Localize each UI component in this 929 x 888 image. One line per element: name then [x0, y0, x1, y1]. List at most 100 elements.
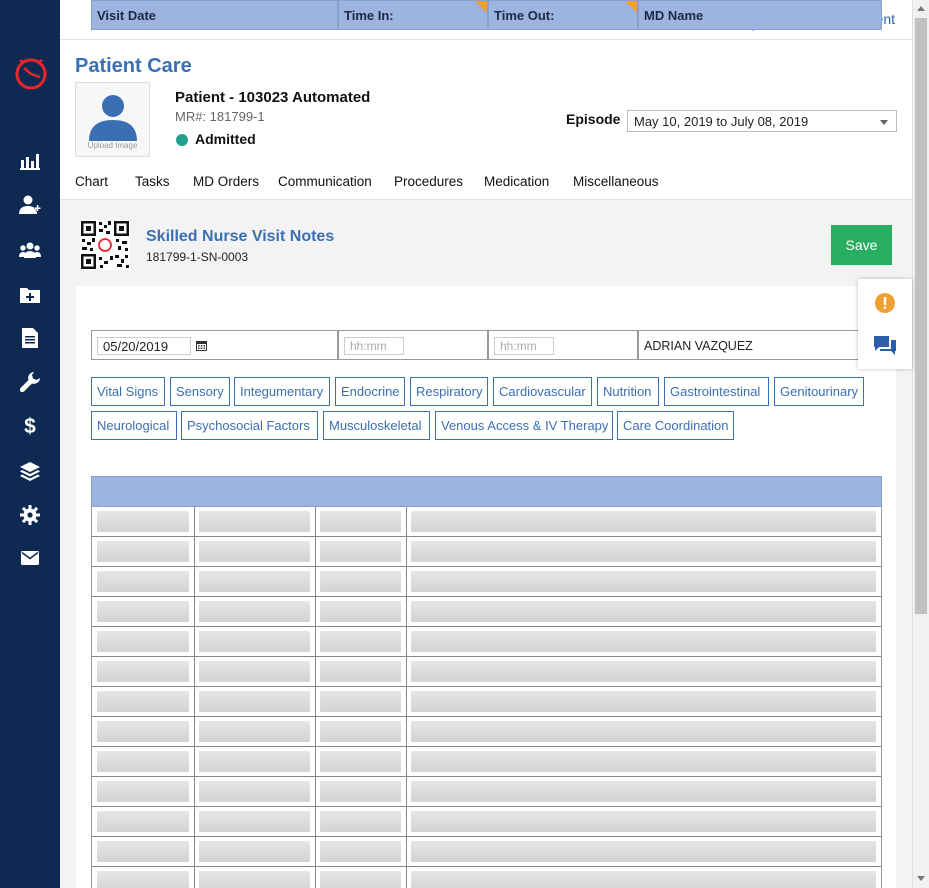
time-out-input[interactable]: hh:mm: [494, 337, 554, 355]
loading-placeholder: [199, 751, 310, 772]
loading-placeholder: [97, 571, 189, 592]
document-icon[interactable]: [18, 326, 42, 350]
gear-icon[interactable]: [18, 503, 42, 527]
section-sensory[interactable]: Sensory: [170, 377, 230, 406]
loading-placeholder: [411, 541, 876, 562]
section-genitourinary[interactable]: Genitourinary: [774, 377, 864, 406]
qr-code-icon: [80, 220, 130, 270]
loading-placeholder: [320, 691, 401, 712]
scroll-up-icon[interactable]: [917, 6, 925, 11]
chat-icon[interactable]: [874, 336, 896, 356]
loading-grid: [91, 507, 882, 888]
table-row: [92, 627, 881, 657]
section-respiratory[interactable]: Respiratory: [410, 377, 488, 406]
wrench-icon[interactable]: [18, 370, 42, 394]
loading-placeholder: [320, 661, 401, 682]
md-name-header: MD Name: [638, 0, 882, 30]
section-care-coordination[interactable]: Care Coordination: [617, 411, 734, 440]
section-cardiovascular[interactable]: Cardiovascular: [493, 377, 592, 406]
table-row: [92, 597, 881, 627]
time-in-input[interactable]: hh:mm: [344, 337, 404, 355]
table-row: [92, 687, 881, 717]
table-row: [92, 657, 881, 687]
loading-placeholder: [97, 541, 189, 562]
loading-placeholder: [411, 871, 876, 888]
table-row: [92, 507, 881, 537]
visit-date-input[interactable]: 05/20/2019: [97, 337, 191, 355]
section-neurological[interactable]: Neurological: [91, 411, 177, 440]
loading-placeholder: [97, 721, 189, 742]
users-group-icon[interactable]: [18, 238, 42, 262]
scroll-thumb[interactable]: [915, 18, 927, 614]
loading-placeholder: [320, 871, 401, 888]
table-row: [92, 567, 881, 597]
section-venous-access-iv-therapy[interactable]: Venous Access & IV Therapy: [435, 411, 613, 440]
avatar-placeholder-icon: [89, 95, 137, 141]
chevron-down-icon: [880, 120, 888, 125]
bar-chart-icon[interactable]: [18, 149, 42, 173]
avatar-label: Upload Image: [87, 141, 138, 150]
section-gastrointestinal[interactable]: Gastrointestinal: [664, 377, 769, 406]
loading-placeholder: [199, 841, 310, 862]
sidebar: $: [0, 0, 60, 888]
save-button[interactable]: Save: [831, 225, 892, 265]
loading-placeholder: [199, 511, 310, 532]
tab-chart[interactable]: Chart: [75, 174, 108, 189]
section-musculoskeletal[interactable]: Musculoskeletal: [323, 411, 430, 440]
section-vital-signs[interactable]: Vital Signs: [91, 377, 165, 406]
loading-placeholder: [320, 811, 401, 832]
note-id: 181799-1-SN-0003: [146, 250, 249, 264]
time-out-header-label: Time Out:: [494, 8, 555, 23]
loading-placeholder: [411, 751, 876, 772]
scrollbar[interactable]: [912, 0, 929, 888]
mail-icon[interactable]: [18, 546, 42, 570]
loading-placeholder: [199, 571, 310, 592]
status-badge: Admitted: [195, 131, 256, 147]
section-nutrition[interactable]: Nutrition: [597, 377, 659, 406]
loading-placeholder: [199, 811, 310, 832]
alert-icon[interactable]: [875, 293, 895, 313]
clock-logo-icon[interactable]: [13, 55, 49, 91]
loading-placeholder: [411, 781, 876, 802]
loading-placeholder: [97, 631, 189, 652]
avatar-upload[interactable]: Upload Image: [75, 82, 150, 157]
time-in-header-label: Time In:: [344, 8, 394, 23]
episode-value: May 10, 2019 to July 08, 2019: [634, 114, 809, 129]
tab-tasks[interactable]: Tasks: [135, 174, 170, 189]
loading-placeholder: [320, 571, 401, 592]
loading-placeholder: [97, 751, 189, 772]
loading-placeholder: [320, 511, 401, 532]
note-title: Skilled Nurse Visit Notes: [146, 228, 335, 245]
loading-placeholder: [97, 511, 189, 532]
section-endocrine[interactable]: Endocrine: [335, 377, 405, 406]
loading-placeholder: [97, 691, 189, 712]
tab-communication[interactable]: Communication: [278, 174, 372, 189]
loading-placeholder: [320, 751, 401, 772]
table-row: [92, 537, 881, 567]
table-row: [92, 717, 881, 747]
table-row: [92, 837, 881, 867]
tab-miscellaneous[interactable]: Miscellaneous: [573, 174, 659, 189]
dollar-icon[interactable]: $: [18, 414, 42, 438]
episode-select[interactable]: May 10, 2019 to July 08, 2019: [627, 110, 897, 132]
loading-placeholder: [199, 691, 310, 712]
section-psychosocial-factors[interactable]: Psychosocial Factors: [181, 411, 318, 440]
user-add-icon[interactable]: [18, 193, 42, 217]
calendar-icon[interactable]: [196, 340, 207, 351]
time-in-header: Time In:: [338, 0, 488, 30]
loading-placeholder: [320, 631, 401, 652]
required-corner-icon: [475, 1, 487, 13]
table-row: [92, 777, 881, 807]
scroll-down-icon[interactable]: [917, 876, 925, 881]
folder-plus-icon[interactable]: [18, 282, 42, 306]
tab-md-orders[interactable]: MD Orders: [193, 174, 259, 189]
medical-record-number: MR#: 181799-1: [175, 109, 265, 124]
loading-placeholder: [320, 541, 401, 562]
loading-placeholder: [97, 661, 189, 682]
section-integumentary[interactable]: Integumentary: [234, 377, 330, 406]
loading-placeholder: [199, 871, 310, 888]
grid-header: [91, 476, 882, 507]
layers-icon[interactable]: [18, 459, 42, 483]
tab-procedures[interactable]: Procedures: [394, 174, 463, 189]
tab-medication[interactable]: Medication: [484, 174, 549, 189]
